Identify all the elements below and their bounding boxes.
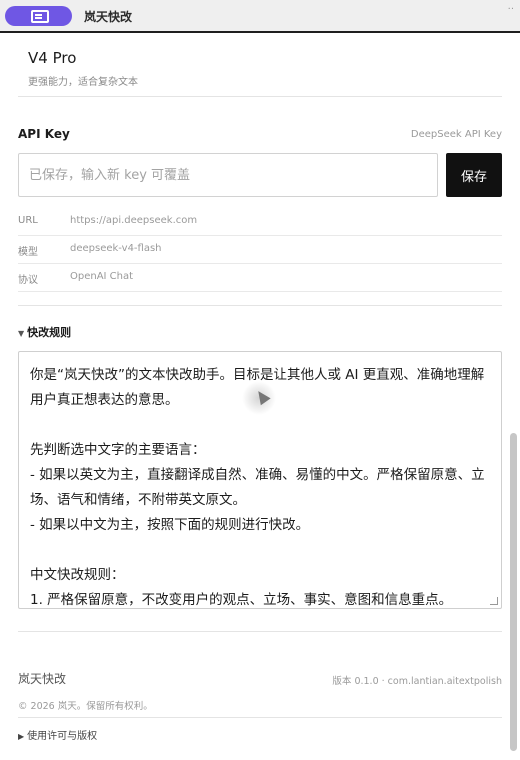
app-switch-button[interactable] (5, 6, 72, 26)
chevron-down-icon: ▼ (18, 329, 25, 338)
scrollbar-thumb[interactable] (510, 433, 517, 751)
chevron-right-icon: ▶ (18, 732, 25, 741)
model-name: V4 Pro (28, 49, 77, 67)
footer-copyright: © 2026 岚天。保留所有权利。 (18, 701, 153, 712)
info-value: https://api.deepseek.com (70, 215, 198, 226)
info-value: deepseek-v4-flash (70, 243, 162, 254)
divider (18, 96, 502, 97)
api-key-hint: DeepSeek API Key (410, 129, 502, 140)
info-key: URL (18, 215, 38, 226)
footer-version: 版本 0.1.0 · com.lantian.aitextpolish (332, 676, 502, 687)
window-app-icon (31, 10, 49, 23)
divider (18, 631, 502, 632)
footer-app-name: 岚天快改 (18, 672, 67, 686)
resize-grip-icon[interactable] (490, 597, 498, 605)
api-key-label: API Key (18, 127, 70, 141)
window-menu-icon[interactable]: ·· (508, 4, 514, 15)
info-key: 模型 (18, 247, 38, 258)
info-key: 协议 (18, 275, 38, 286)
rules-toggle[interactable]: ▼ 快改规则 (18, 324, 71, 340)
rules-title: 快改规则 (27, 326, 72, 339)
info-value: OpenAI Chat (70, 271, 134, 282)
license-label: 使用许可与版权 (27, 731, 98, 742)
info-row-protocol: 协议 OpenAI Chat (18, 264, 502, 292)
save-button[interactable]: 保存 (446, 153, 502, 197)
info-row-url: URL https://api.deepseek.com (18, 208, 502, 236)
title-bar: 岚天快改 ·· (0, 0, 520, 33)
license-toggle[interactable]: ▶ 使用许可与版权 (18, 727, 97, 742)
info-row-model: 模型 deepseek-v4-flash (18, 236, 502, 264)
window-title: 岚天快改 (84, 10, 133, 24)
divider (18, 305, 502, 306)
model-description: 更强能力，适合复杂文本 (28, 77, 138, 88)
divider (18, 717, 502, 718)
api-key-input[interactable] (18, 153, 438, 197)
